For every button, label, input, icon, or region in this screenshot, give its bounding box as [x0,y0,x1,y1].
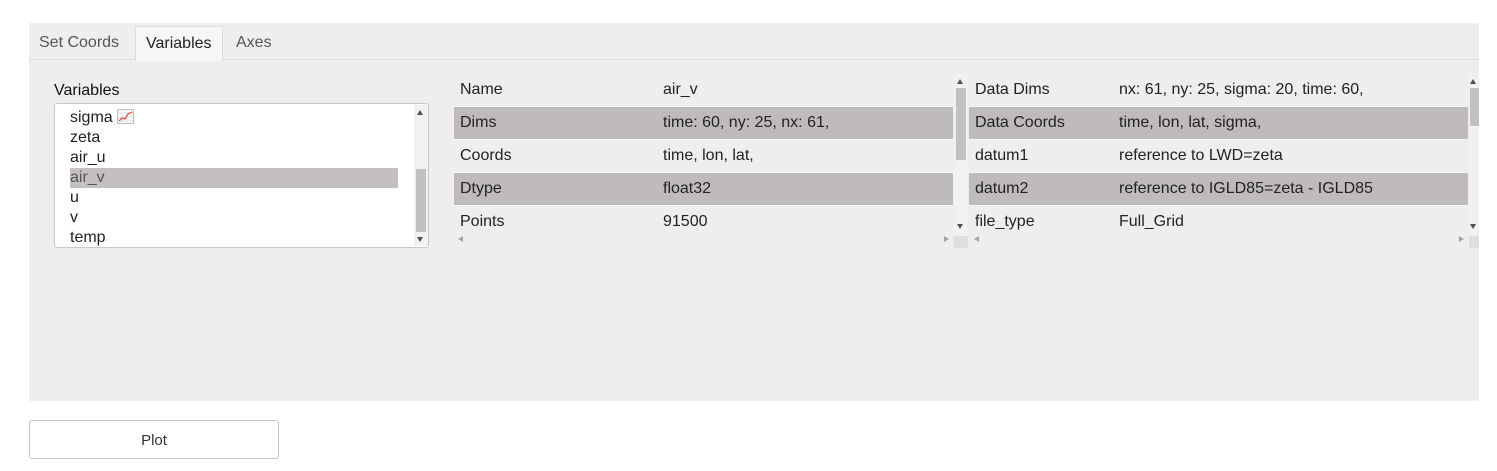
list-item-air-v[interactable]: air_v [70,168,398,188]
row-value: nx: 61, ny: 25, sigma: 20, time: 60, [1119,81,1364,98]
row-key: Data Coords [975,114,1065,131]
list-item-u[interactable]: u [70,188,398,208]
scroll-corner [954,236,968,248]
dataset-info-grid: Data Dims nx: 61, ny: 25, sigma: 20, tim… [969,74,1469,237]
row-value: float32 [663,180,712,197]
tab-bar: Set Coords Variables Axes [29,23,1479,61]
row-value: reference to IGLD85=zeta - IGLD85 [1119,180,1373,197]
scroll-right-arrow-icon[interactable] [944,236,949,242]
row-value: reference to LWD=zeta [1119,147,1283,164]
table-row: Data Dims nx: 61, ny: 25, sigma: 20, tim… [969,74,1468,107]
table-row: Dims time: 60, ny: 25, nx: 61, [454,107,953,140]
variables-panel: Set Coords Variables Axes Variables sigm… [29,23,1479,401]
variable-info-grid: Name air_v Dims time: 60, ny: 25, nx: 61… [454,74,954,237]
scroll-left-arrow-icon[interactable] [458,236,463,242]
row-key: Dtype [460,180,502,197]
row-key: datum2 [975,180,1029,197]
tab-set-coords[interactable]: Set Coords [29,26,129,61]
table-row: datum1 reference to LWD=zeta [969,140,1468,173]
row-value: time, lon, lat, [663,147,754,164]
list-item-v[interactable]: v [70,208,398,228]
scroll-down-arrow-icon[interactable] [957,224,963,229]
row-key: Name [460,81,503,98]
row-value: time, lon, lat, sigma, [1119,114,1262,131]
table-row: Name air_v [454,74,953,107]
scroll-left-arrow-icon[interactable] [974,236,979,242]
scrollbar-thumb[interactable] [956,88,966,160]
scroll-up-arrow-icon[interactable] [1470,79,1476,84]
variables-listbox[interactable]: sigma zeta air_u air_v u v temp [54,103,429,248]
dataset-info-scrollbar[interactable] [1469,74,1479,237]
row-value: air_v [663,81,698,98]
row-key: datum1 [975,147,1029,164]
tab-axes[interactable]: Axes [226,26,282,61]
list-item-air-u[interactable]: air_u [70,148,398,168]
row-key: file_type [975,213,1035,230]
row-key: Points [460,213,505,230]
table-row: datum2 reference to IGLD85=zeta - IGLD85 [969,173,1468,206]
scrollbar-thumb[interactable] [1470,88,1479,126]
row-key: Data Dims [975,81,1050,98]
row-value: time: 60, ny: 25, nx: 61, [663,114,830,131]
chart-icon [116,109,134,124]
list-item-sigma[interactable]: sigma [70,108,398,128]
scroll-right-arrow-icon[interactable] [1459,236,1464,242]
scrollbar-thumb[interactable] [416,169,426,232]
table-row: Data Coords time, lon, lat, sigma, [969,107,1468,140]
variables-label: Variables [54,82,120,99]
row-value: Full_Grid [1119,213,1184,230]
listbox-scrollbar[interactable] [414,105,428,246]
table-row: Dtype float32 [454,173,953,206]
tab-variables[interactable]: Variables [135,26,223,61]
row-key: Coords [460,147,512,164]
scroll-down-arrow-icon[interactable] [417,237,423,242]
list-item-zeta[interactable]: zeta [70,128,398,148]
plot-button[interactable]: Plot [29,420,279,459]
list-item-label: sigma [70,109,113,126]
variable-info-scrollbar[interactable] [954,74,968,237]
scroll-corner [1469,236,1479,248]
table-row: Points 91500 [454,206,953,237]
row-key: Dims [460,114,497,131]
table-row: file_type Full_Grid [969,206,1468,237]
table-row: Coords time, lon, lat, [454,140,953,173]
scroll-up-arrow-icon[interactable] [957,79,963,84]
variables-list: sigma zeta air_u air_v u v temp [70,108,398,247]
scroll-up-arrow-icon[interactable] [417,110,423,115]
scroll-down-arrow-icon[interactable] [1470,224,1476,229]
list-item-temp[interactable]: temp [70,228,398,247]
row-value: 91500 [663,213,708,230]
